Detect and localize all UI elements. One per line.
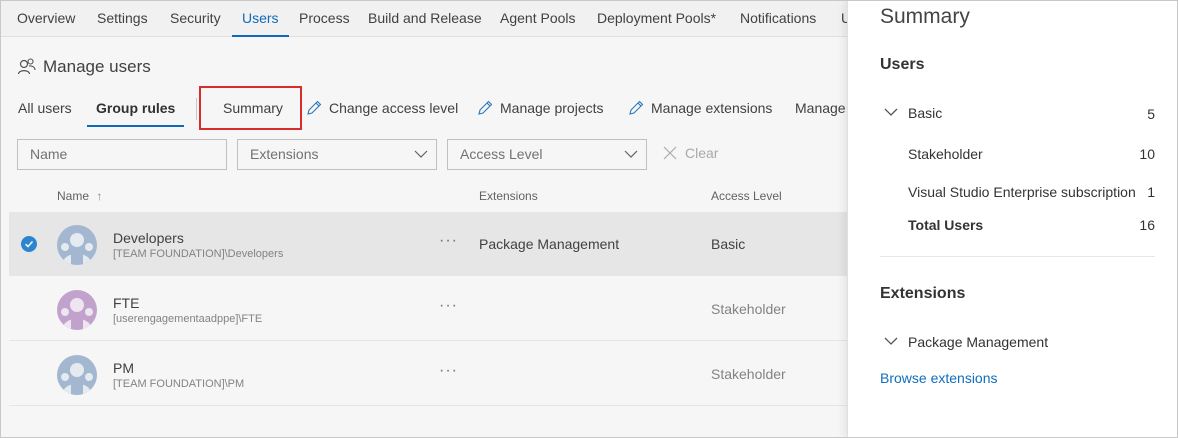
name-filter-placeholder: Name: [30, 146, 68, 162]
pencil-icon: [478, 100, 493, 115]
chevron-down-icon: [624, 150, 638, 158]
vs-enterprise-label: Visual Studio Enterprise subscription: [908, 184, 1136, 200]
tab-notifications[interactable]: Notifications: [740, 1, 816, 37]
chevron-down-icon[interactable]: [884, 107, 898, 117]
more-actions-icon[interactable]: ···: [439, 232, 458, 250]
page-title: Manage users: [43, 57, 151, 76]
stakeholder-count: 10: [1139, 146, 1155, 162]
access-level-filter-dropdown[interactable]: Access Level: [447, 139, 647, 170]
tab-overview[interactable]: Overview: [17, 1, 75, 37]
column-header-extensions[interactable]: Extensions: [479, 189, 538, 203]
stakeholder-label: Stakeholder: [908, 146, 983, 162]
extensions-filter-dropdown[interactable]: Extensions: [237, 139, 437, 170]
table-row[interactable]: FTE [userengagementaadppe]\FTE ··· Stake…: [9, 277, 847, 341]
access-level-cell: Basic: [711, 236, 746, 252]
column-header-name[interactable]: Name ↑: [57, 189, 102, 203]
group-avatar: [57, 225, 97, 265]
chevron-down-icon[interactable]: [884, 336, 898, 346]
total-users-label: Total Users: [908, 217, 984, 233]
group-name: Developers: [113, 230, 184, 246]
more-actions-icon[interactable]: ···: [439, 297, 458, 315]
clear-filters-label: Clear: [685, 145, 719, 161]
total-users-count: 16: [1139, 217, 1155, 233]
subtab-all-users[interactable]: All users: [18, 97, 72, 127]
table-row[interactable]: PM [TEAM FOUNDATION]\PM ··· Stakeholder: [9, 342, 847, 406]
clear-filters-button[interactable]: Clear: [663, 145, 718, 161]
change-access-level-button[interactable]: Change access level: [306, 97, 458, 119]
manage-projects-label: Manage projects: [500, 100, 604, 116]
page-header: Manage users: [17, 55, 151, 79]
tab-build-and-release[interactable]: Build and Release: [368, 1, 482, 37]
top-nav: Overview Settings Security Users Process…: [1, 1, 847, 37]
manage-projects-button[interactable]: Manage projects: [477, 97, 604, 119]
group-avatar: [57, 355, 97, 395]
manage-more-button[interactable]: Manage: [795, 97, 846, 119]
group-path: [userengagementaadppe]\FTE: [113, 313, 263, 325]
group-avatar: [57, 290, 97, 330]
summary-panel-title: Summary: [880, 5, 970, 28]
vs-enterprise-count: 1: [1147, 184, 1155, 200]
group-path: [TEAM FOUNDATION]\PM: [113, 378, 245, 390]
tab-users[interactable]: Users: [232, 1, 289, 37]
access-level-cell: Stakeholder: [711, 301, 786, 317]
users-icon: [17, 58, 36, 75]
access-level-cell: Stakeholder: [711, 366, 786, 382]
pencil-icon: [629, 100, 644, 115]
change-access-level-label: Change access level: [329, 100, 459, 116]
sort-ascending-icon: ↑: [96, 189, 103, 203]
selected-check-icon[interactable]: [21, 236, 37, 252]
panel-divider: [880, 256, 1155, 257]
tab-agent-pools[interactable]: Agent Pools: [500, 1, 576, 37]
column-header-access-level[interactable]: Access Level: [711, 189, 782, 203]
summary-highlight-box: [199, 86, 302, 130]
more-actions-icon[interactable]: ···: [439, 362, 458, 380]
window: Overview Settings Security Users Process…: [0, 0, 1178, 438]
manage-more-label: Manage: [795, 100, 846, 116]
group-path: [TEAM FOUNDATION]\Developers: [113, 248, 284, 260]
pencil-icon: [307, 100, 322, 115]
group-name: FTE: [113, 295, 140, 311]
browse-extensions-link[interactable]: Browse extensions: [880, 370, 998, 386]
close-icon: [663, 146, 677, 160]
users-heading: Users: [880, 56, 925, 73]
extensions-filter-label: Extensions: [250, 146, 319, 162]
tab-process[interactable]: Process: [299, 1, 350, 37]
manage-extensions-button[interactable]: Manage extensions: [628, 97, 772, 119]
extensions-heading: Extensions: [880, 285, 966, 302]
manage-extensions-label: Manage extensions: [651, 100, 773, 116]
subtab-group-rules[interactable]: Group rules: [87, 97, 185, 127]
extensions-cell: Package Management: [479, 236, 620, 252]
tab-deployment-pools[interactable]: Deployment Pools*: [597, 1, 716, 37]
main-area: Overview Settings Security Users Process…: [1, 1, 847, 437]
name-filter-input[interactable]: Name: [17, 139, 227, 170]
table-row[interactable]: Developers [TEAM FOUNDATION]\Developers …: [9, 212, 847, 276]
access-level-filter-label: Access Level: [460, 146, 543, 162]
chevron-down-icon: [414, 150, 428, 158]
tab-settings[interactable]: Settings: [97, 1, 148, 37]
package-management-label: Package Management: [908, 334, 1049, 350]
group-name: PM: [113, 360, 134, 376]
toolbar-separator: [196, 98, 197, 120]
tab-security[interactable]: Security: [170, 1, 221, 37]
summary-panel: Summary Users Basic 5 Stakeholder 10 Vis…: [847, 1, 1177, 437]
basic-count: 5: [1147, 106, 1155, 122]
basic-label: Basic: [908, 105, 943, 121]
column-header-name-label: Name: [57, 189, 90, 203]
